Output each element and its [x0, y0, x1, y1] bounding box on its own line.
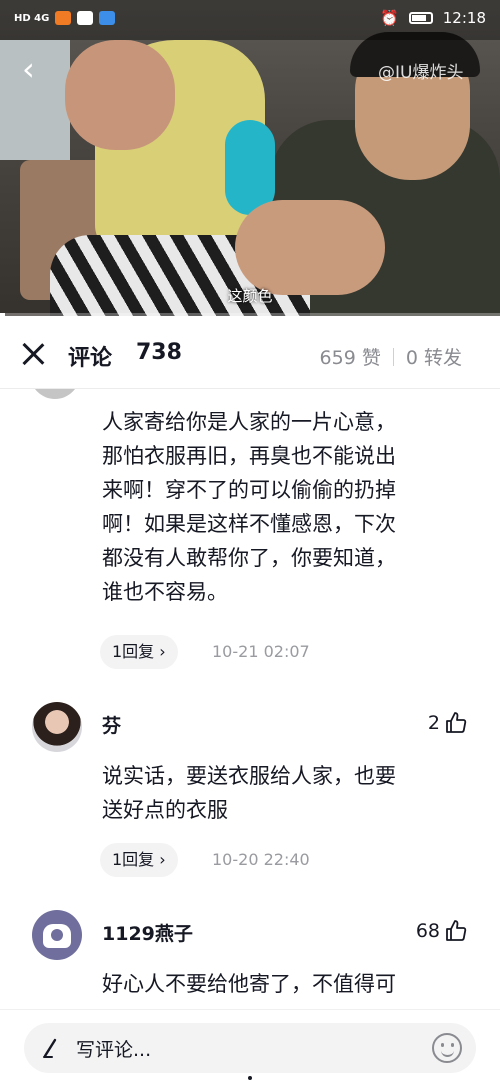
comment-body: 好心人不要给他寄了，不值得可 — [102, 967, 472, 1001]
video-hand — [235, 200, 385, 295]
comment-line: 啊！如果是这样不懂感恩，下次 — [102, 512, 396, 536]
comment-input-placeholder: 写评论... — [76, 1039, 152, 1061]
status-bar-right: ⏰ 12:18 — [380, 9, 486, 27]
avatar[interactable] — [32, 910, 82, 960]
like-button[interactable]: 68 — [416, 919, 468, 943]
like-count: 68 — [415, 920, 440, 942]
comment-line: 人家寄给你是人家的一片心意， — [102, 410, 396, 434]
like-count: 2 — [427, 712, 440, 734]
avatar[interactable] — [32, 702, 82, 752]
comment-line: 谁也不容易。 — [102, 580, 228, 604]
video-watermark: @IU爆炸头 — [378, 63, 464, 83]
divider — [392, 347, 394, 366]
avatar[interactable] — [30, 389, 80, 399]
video-subtitle: 这颜色 — [227, 287, 273, 305]
network-label: HD 4G — [14, 12, 50, 24]
comments-count: 738 — [136, 340, 182, 365]
username[interactable]: 1129燕子 — [102, 919, 193, 946]
comment-line: 那怕衣服再旧，再臭也不能说出 — [102, 444, 396, 468]
close-icon[interactable] — [20, 341, 46, 367]
likes-count: 659 赞 — [319, 347, 381, 369]
status-bar: HD 4G ⏰ 12:18 — [0, 0, 500, 36]
comment-time: 10-21 02:07 — [212, 642, 310, 661]
comments-header: 评论 738 659 赞 0 转发 — [0, 330, 500, 386]
comment-line: 送好点的衣服 — [102, 798, 228, 822]
comment-input-bar: 写评论... — [0, 1009, 500, 1083]
comment-body: 人家寄给你是人家的一片心意， 那怕衣服再旧，再臭也不能说出 来啊！穿不了的可以偷… — [102, 405, 472, 609]
comment-time: 10-20 22:40 — [212, 850, 310, 869]
app-notification-icon — [77, 11, 94, 25]
status-bar-indicators: HD 4G — [14, 11, 116, 25]
avatar-graphic — [51, 929, 63, 941]
thumbs-up-icon — [446, 712, 467, 733]
like-button[interactable]: 2 — [428, 711, 468, 735]
comment-line: 都没有人敢帮你了，你要知道， — [102, 546, 396, 570]
video-hand — [65, 40, 175, 150]
app-notification-icon — [99, 11, 116, 25]
comment-line: 说实话，要送衣服给人家，也要 — [102, 764, 396, 788]
video-progress-bar[interactable] — [0, 313, 500, 316]
video-stats: 659 赞 0 转发 — [320, 343, 462, 370]
replies-button[interactable]: 1回复 › — [100, 843, 178, 877]
nav-indicator — [248, 1076, 252, 1080]
replies-button[interactable]: 1回复 › — [100, 635, 178, 669]
battery-icon — [408, 12, 433, 24]
alarm-icon: ⏰ — [380, 9, 399, 27]
emoji-icon[interactable] — [432, 1033, 462, 1063]
comments-title: 评论 — [68, 346, 113, 371]
comment-body: 说实话，要送衣服给人家，也要 送好点的衣服 — [102, 759, 472, 827]
video-blue-pompom — [225, 120, 275, 215]
thumbs-up-icon — [446, 920, 467, 941]
video-progress-fill — [0, 313, 5, 316]
comment-input[interactable]: 写评论... — [24, 1023, 476, 1073]
comment-list[interactable]: 人家寄给你是人家的一片心意， 那怕衣服再旧，再臭也不能说出 来啊！穿不了的可以偷… — [0, 389, 500, 1009]
username[interactable]: 芬 — [102, 711, 121, 738]
pen-icon — [43, 1038, 57, 1058]
chevron-left-icon[interactable]: ‹ — [22, 52, 52, 86]
app-notification-icon — [55, 11, 72, 25]
comment-line: 好心人不要给他寄了，不值得可 — [102, 972, 396, 996]
clock: 12:18 — [442, 9, 486, 27]
video-player[interactable]: HD 4G ⏰ 12:18 ‹ @IU爆炸头 这颜色 — [0, 0, 500, 316]
comment-line: 来啊！穿不了的可以偷偷的扔掉 — [102, 478, 396, 502]
shares-count: 0 转发 — [405, 347, 462, 369]
